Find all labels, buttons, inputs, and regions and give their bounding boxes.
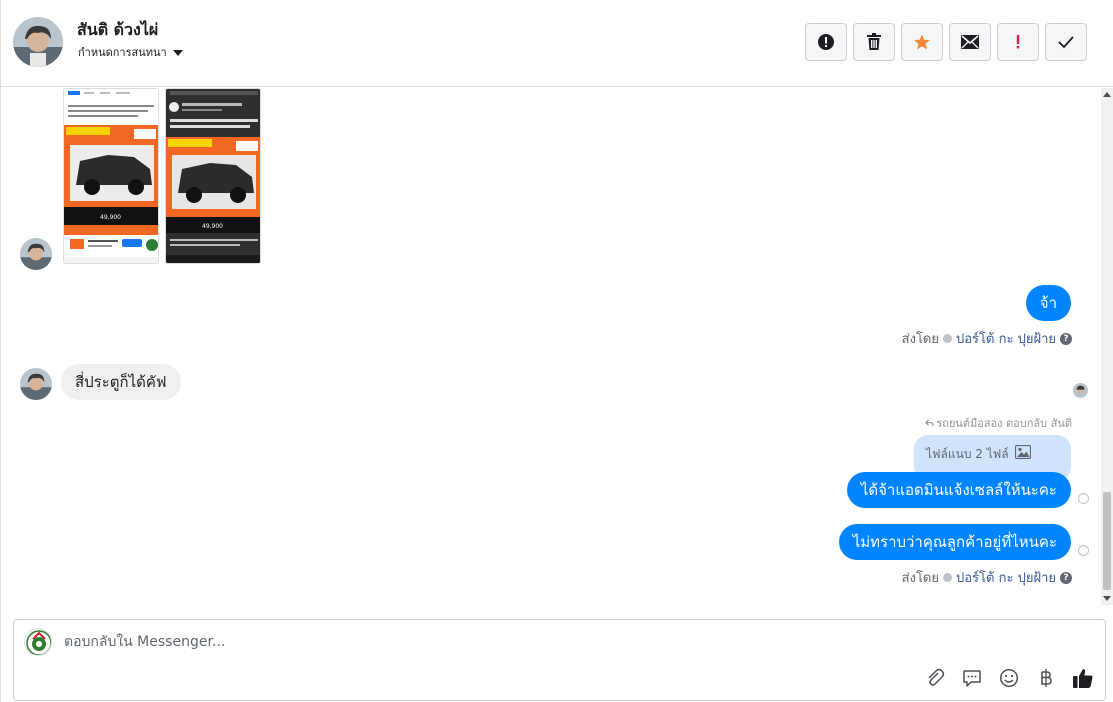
sent-by-label: ส่งโดย [901,332,939,347]
message-bubble-outgoing[interactable]: ได้จ้าแอดมินแจ้งเซลล์ให้นะคะ [846,472,1071,508]
message-composer [13,619,1106,701]
delivered-status-icon [1078,545,1089,556]
saved-replies-button[interactable] [960,666,984,690]
message-bubble-outgoing[interactable]: จ้า [1025,285,1071,321]
help-icon[interactable]: ? [1060,571,1072,584]
contact-avatar[interactable] [13,17,63,67]
trash-icon [867,33,881,50]
agent-name-link[interactable]: ปอร์โต้ กะ ปุยฝ้าย [956,567,1056,588]
customer-avatar[interactable] [20,238,52,270]
verified-check-icon [943,334,952,343]
assign-conversation-label: กำหนดการสนทนา [78,46,167,59]
verified-check-icon [943,573,952,582]
conversation-header: สันติ ด้วงไผ่ กำหนดการสนทนา [1,0,1113,87]
agent-name-link[interactable]: ปอร์โต้ กะ ปุยฝ้าย [956,328,1056,349]
message-thread[interactable]: 49,900 49,900 จ้า ส่งโดย ปอร์โต้ กะ ปุยฝ… [1,88,1113,608]
seen-by-avatar [1073,383,1088,398]
reply-arrow-icon [925,418,934,426]
customer-avatar[interactable] [20,368,52,400]
checkmark-icon [1058,36,1074,49]
mark-spam-button[interactable] [805,23,847,61]
help-icon[interactable]: ? [1060,332,1072,345]
delete-button[interactable] [853,23,895,61]
contact-name[interactable]: สันติ ด้วงไผ่ [77,18,158,43]
sent-by-label: ส่งโดย [901,571,939,586]
header-actions [805,23,1087,61]
mark-unread-button[interactable] [949,23,991,61]
assign-conversation-dropdown[interactable]: กำหนดการสนทนา [78,43,183,61]
scrollbar-thumb[interactable] [1103,492,1111,590]
sent-by-line: ส่งโดย ปอร์โต้ กะ ปุยฝ้าย ? [902,328,1072,349]
smiley-icon [999,668,1019,688]
star-icon [914,34,930,50]
caret-down-icon [172,49,183,56]
sent-by-line: ส่งโดย ปอร์โต้ กะ ปุยฝ้าย ? [902,567,1072,588]
paperclip-icon [928,668,945,686]
ad-price-left: 49,900 [100,214,121,221]
reply-context-text: รถยนต์มือสอง ตอบกลับ สันติ [936,417,1072,430]
attachment-label: ไฟล์แนบ 2 ไฟล์ [926,447,1009,461]
envelope-icon [961,35,979,49]
ad-price-right: 49,900 [202,223,223,230]
message-bubble-outgoing[interactable]: ไม่ทราบว่าคุณลูกค้าอยู่ที่ไหนคะ [838,524,1071,560]
attach-file-button[interactable] [923,666,947,690]
messenger-conversation: สันติ ด้วงไผ่ กำหนดการสนทนา 49,900 49,90… [0,0,1113,702]
image-attachment-left[interactable]: 49,900 [63,88,159,264]
thumbs-up-icon [1073,669,1093,688]
reply-input[interactable] [64,632,904,652]
mark-important-button[interactable] [997,23,1039,61]
alert-circle-icon [818,34,834,50]
image-attachment-right[interactable]: 49,900 [165,88,261,264]
speech-bubble-icon [963,670,981,687]
like-button[interactable] [1071,666,1095,690]
mark-done-button[interactable] [1045,23,1087,61]
composer-tools [923,666,1095,690]
thread-scrollbar[interactable] [1101,88,1113,605]
page-avatar [24,628,52,656]
emoji-button[interactable] [997,666,1021,690]
reply-context-note: รถยนต์มือสอง ตอบกลับ สันติ [925,414,1072,432]
delivered-status-icon [1078,493,1089,504]
scroll-down-icon[interactable] [1103,596,1111,601]
exclamation-icon [1016,35,1020,49]
message-bubble-incoming[interactable]: สี่ประตูก็ได้คัฟ [61,364,181,400]
star-button[interactable] [901,23,943,61]
scroll-up-icon[interactable] [1103,92,1111,97]
baht-icon [1041,669,1052,687]
payment-button[interactable] [1034,666,1058,690]
image-icon [1014,445,1031,459]
